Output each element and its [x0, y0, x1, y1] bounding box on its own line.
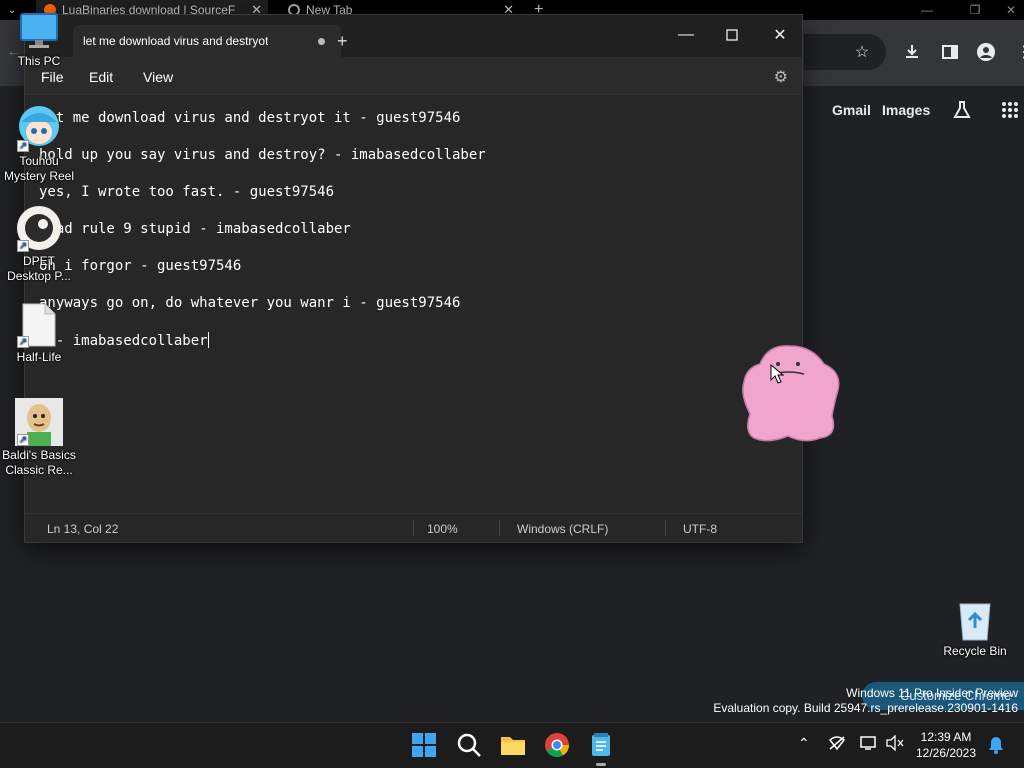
mouse-cursor [770, 363, 785, 389]
monitor-icon [17, 8, 61, 52]
text-line: yes, I wrote too fast. - guest97546 [39, 184, 335, 200]
new-tab-plus-icon[interactable]: + [337, 31, 348, 52]
notepad-tab[interactable]: let me download virus and destryot [73, 25, 341, 57]
recycle-bin-icon [955, 598, 995, 642]
desktop-icon-label: Baldi's Basics Classic Re... [2, 448, 76, 477]
settings-gear-icon[interactable]: ⚙ [774, 67, 788, 87]
desktop-icon-label: Recycle Bin [943, 644, 1007, 658]
desktop-icon-dpet[interactable]: ↗ DPET Desktop P... [0, 204, 78, 284]
status-divider [499, 520, 500, 536]
notepad-close-button[interactable]: ✕ [765, 23, 795, 47]
chrome-close-button[interactable]: ✕ [996, 0, 1024, 20]
text-caret [207, 332, 209, 348]
blank-file-icon: ↗ [15, 302, 63, 348]
shortcut-arrow-icon: ↗ [17, 240, 29, 252]
clock-time: 12:39 AM [920, 730, 972, 744]
notepad-minimize-button[interactable]: — [671, 23, 701, 47]
desktop-icon-label: DPET Desktop P... [7, 254, 71, 283]
touhou-character-icon: ↗ [15, 104, 63, 152]
taskbar-clock[interactable]: 12:39 AM 12/26/2023 [910, 729, 982, 761]
labs-flask-icon[interactable] [952, 100, 972, 120]
side-panel-icon[interactable] [940, 42, 960, 62]
text-line: read rule 9 stupid - imabasedcollaber [39, 221, 351, 237]
encoding[interactable]: UTF-8 [683, 522, 717, 536]
desktop-icon-label: This PC [17, 54, 61, 68]
chrome-minimize-button[interactable]: — [912, 0, 942, 20]
notepad-titlebar[interactable]: let me download virus and destryot + — ✕ [25, 15, 802, 57]
display-icon[interactable] [860, 735, 878, 754]
status-divider [413, 520, 414, 536]
shortcut-arrow-icon: ↗ [17, 336, 29, 348]
text-line: let me download virus and destryot it - … [39, 110, 461, 126]
shortcut-arrow-icon: ↗ [17, 140, 29, 152]
menu-edit[interactable]: Edit [89, 69, 113, 85]
baldi-character-icon: ↗ [15, 398, 63, 446]
search-icon[interactable] [456, 732, 482, 758]
chrome-menu-icon[interactable]: ⋮ [1014, 42, 1024, 62]
start-windows-icon[interactable] [411, 732, 437, 758]
taskbar: ⌃ 12:39 AM 12/26/2023 [0, 722, 1024, 768]
unsaved-dot-icon[interactable] [318, 38, 325, 45]
menu-view[interactable]: View [143, 69, 173, 85]
text-line: anyways go on, do whatever you wanr i - … [39, 295, 461, 311]
active-app-indicator [596, 763, 606, 766]
cursor-position: Ln 13, Col 22 [47, 522, 119, 536]
windows-watermark-line2: Evaluation copy. Build 25947.rs_prerelea… [713, 701, 1018, 715]
notepad-statusbar: Ln 13, Col 22 100% Windows (CRLF) UTF-8 [25, 513, 802, 542]
clock-date: 12/26/2023 [915, 746, 977, 760]
file-explorer-icon[interactable] [500, 732, 526, 758]
notification-bell-icon[interactable] [988, 736, 1004, 757]
images-link[interactable]: Images [882, 102, 930, 118]
notepad-menubar: File Edit View ⚙ [25, 57, 802, 95]
chevron-up-icon[interactable]: ⌃ [798, 735, 810, 752]
ditto-desktop-pet[interactable] [738, 342, 842, 449]
chrome-restore-button[interactable]: ❐ [960, 0, 990, 20]
notepad-window: let me download virus and destryot + — ✕… [24, 14, 803, 543]
apps-grid-icon[interactable] [1000, 100, 1020, 120]
desktop-icon-this-pc[interactable]: This PC [0, 8, 78, 69]
notepad-maximize-button[interactable] [717, 23, 747, 47]
desktop-icon-label: Touhou Mystery Reel [3, 154, 74, 183]
notepad-tab-title: let me download virus and destryot [83, 34, 269, 48]
gmail-link[interactable]: Gmail [832, 102, 871, 118]
desktop-icon-half-life[interactable]: ↗ Half-Life [0, 302, 78, 365]
text-line: hold up you say virus and destroy? - ima… [39, 147, 486, 163]
windows-watermark-line1: Windows 11 Pro Insider Preview [846, 686, 1018, 700]
bookmark-star-icon[interactable]: ☆ [852, 42, 872, 62]
desktop-icon-touhou[interactable]: ↗ Touhou Mystery Reel [0, 104, 78, 184]
dpet-pet-icon: ↗ [15, 204, 63, 252]
desktop-icon-label: Half-Life [16, 350, 62, 364]
download-icon[interactable] [902, 42, 922, 62]
status-divider [665, 520, 666, 536]
desktop-icon-baldi[interactable]: ↗ Baldi's Basics Classic Re... [0, 398, 78, 478]
zoom-level[interactable]: 100% [427, 522, 458, 536]
volume-muted-icon[interactable] [886, 734, 904, 754]
line-ending[interactable]: Windows (CRLF) [517, 522, 608, 536]
omnibox-end[interactable]: ☆ [804, 34, 886, 70]
notepad-taskbar-icon[interactable] [588, 732, 614, 758]
chrome-taskbar-icon[interactable] [544, 732, 570, 758]
menu-file[interactable]: File [41, 69, 64, 85]
desktop-icon-recycle-bin[interactable]: Recycle Bin [936, 598, 1014, 659]
notepad-text-area[interactable]: let me download virus and destryot it - … [25, 96, 802, 514]
shortcut-arrow-icon: ↗ [17, 434, 29, 446]
profile-icon[interactable] [976, 42, 996, 62]
network-offline-icon[interactable] [828, 735, 846, 754]
